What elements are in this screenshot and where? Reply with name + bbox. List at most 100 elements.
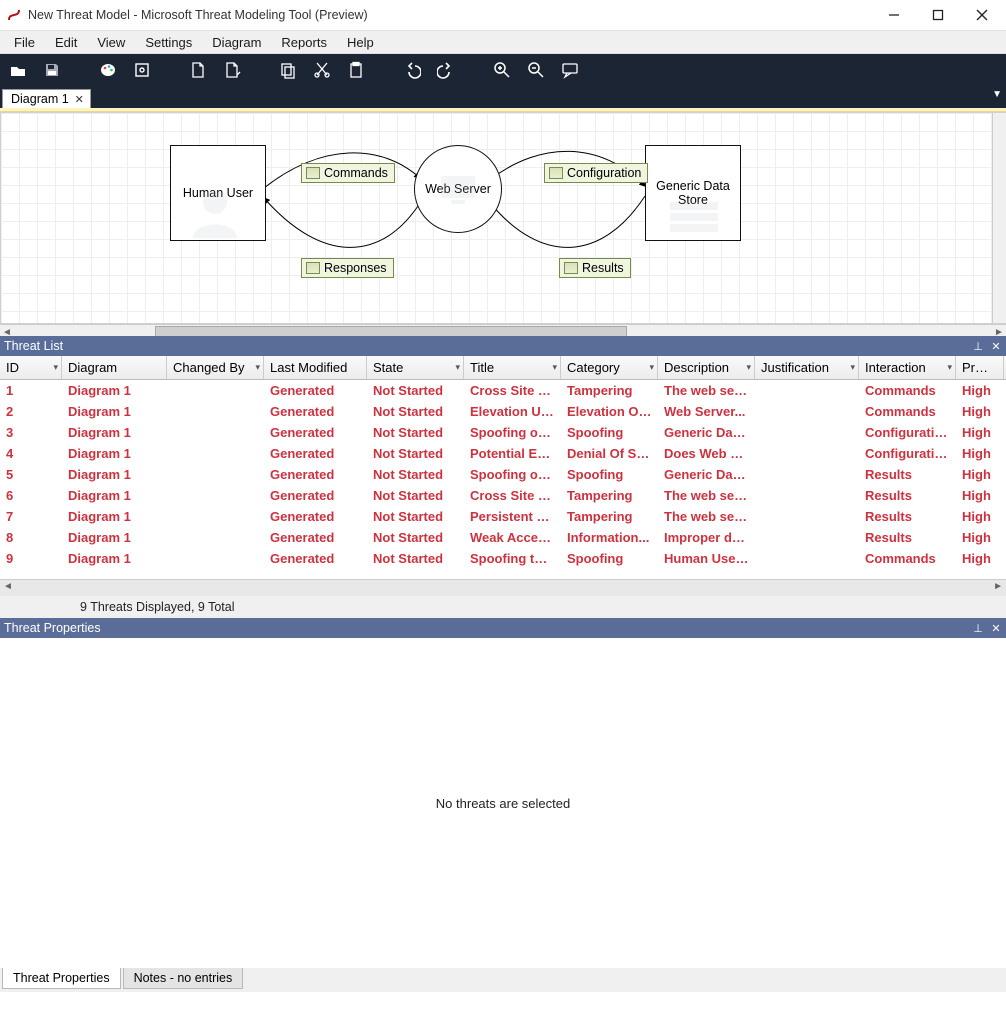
node-data-store[interactable]: Generic Data Store bbox=[645, 145, 741, 241]
redo-icon[interactable] bbox=[436, 60, 456, 80]
table-cell: Elevation Of... bbox=[561, 403, 658, 420]
flow-configuration[interactable]: Configuration bbox=[544, 163, 648, 183]
table-row[interactable]: 6Diagram 1GeneratedNot StartedCross Site… bbox=[0, 485, 1006, 506]
table-row[interactable]: 4Diagram 1GeneratedNot StartedPotential … bbox=[0, 443, 1006, 464]
menu-diagram[interactable]: Diagram bbox=[202, 33, 271, 52]
th-interaction[interactable]: Interaction▾ bbox=[859, 356, 956, 379]
flow-configuration-label: Configuration bbox=[567, 166, 641, 180]
menu-view[interactable]: View bbox=[87, 33, 135, 52]
minimize-button[interactable] bbox=[872, 1, 916, 29]
node-web-server[interactable]: Web Server bbox=[414, 145, 502, 233]
window-title: New Threat Model - Microsoft Threat Mode… bbox=[28, 8, 368, 22]
table-row[interactable]: 7Diagram 1GeneratedNot StartedPersistent… bbox=[0, 506, 1006, 527]
table-cell: Spoofing the... bbox=[464, 550, 561, 567]
close-icon[interactable]: ✕ bbox=[75, 93, 84, 106]
table-cell: Not Started bbox=[367, 487, 464, 504]
horizontal-scrollbar[interactable]: ◄ ► bbox=[0, 324, 1006, 336]
th-category[interactable]: Category▾ bbox=[561, 356, 658, 379]
zoom-out-icon[interactable] bbox=[526, 60, 546, 80]
table-cell: Generated bbox=[264, 403, 367, 420]
threat-list-hscroll[interactable]: ◄ ► bbox=[0, 579, 1006, 596]
table-cell: High bbox=[956, 382, 1004, 399]
table-cell: Generated bbox=[264, 445, 367, 462]
table-row[interactable]: 8Diagram 1GeneratedNot StartedWeak Acces… bbox=[0, 527, 1006, 548]
scroll-right-icon[interactable]: ► bbox=[992, 325, 1006, 336]
menu-file[interactable]: File bbox=[4, 33, 45, 52]
pin-icon[interactable]: ⊥ bbox=[970, 338, 986, 354]
cut-icon[interactable] bbox=[312, 60, 332, 80]
flow-results[interactable]: Results bbox=[559, 258, 631, 278]
th-lastmodified[interactable]: Last Modified bbox=[264, 356, 367, 379]
table-row[interactable]: 1Diagram 1GeneratedNot StartedCross Site… bbox=[0, 380, 1006, 401]
th-id[interactable]: ID▾ bbox=[0, 356, 62, 379]
close-icon[interactable]: ✕ bbox=[988, 620, 1004, 636]
open-icon[interactable] bbox=[8, 60, 28, 80]
close-button[interactable] bbox=[960, 1, 1004, 29]
table-cell: Generated bbox=[264, 382, 367, 399]
th-diagram[interactable]: Diagram bbox=[62, 356, 167, 379]
table-cell bbox=[755, 382, 859, 399]
table-cell: 5 bbox=[0, 466, 62, 483]
table-row[interactable]: 9Diagram 1GeneratedNot StartedSpoofing t… bbox=[0, 548, 1006, 569]
menu-bar: File Edit View Settings Diagram Reports … bbox=[0, 31, 1006, 54]
tab-threat-properties[interactable]: Threat Properties bbox=[2, 968, 121, 989]
maximize-button[interactable] bbox=[916, 1, 960, 29]
flow-responses[interactable]: Responses bbox=[301, 258, 394, 278]
threat-list-header: Threat List ⊥ ✕ bbox=[0, 336, 1006, 356]
pin-icon[interactable]: ⊥ bbox=[970, 620, 986, 636]
save-icon[interactable] bbox=[42, 60, 62, 80]
table-cell: Spoofing bbox=[561, 466, 658, 483]
table-cell: Generic Data... bbox=[658, 424, 755, 441]
scroll-left-icon[interactable]: ◄ bbox=[0, 325, 14, 336]
table-row[interactable]: 5Diagram 1GeneratedNot StartedSpoofing o… bbox=[0, 464, 1006, 485]
new-doc-icon[interactable] bbox=[188, 60, 208, 80]
menu-help[interactable]: Help bbox=[337, 33, 384, 52]
th-state[interactable]: State▾ bbox=[367, 356, 464, 379]
table-row[interactable]: 3Diagram 1GeneratedNot StartedSpoofing o… bbox=[0, 422, 1006, 443]
chevron-down-icon[interactable]: ▼ bbox=[992, 89, 1002, 100]
table-cell: High bbox=[956, 487, 1004, 504]
th-justification[interactable]: Justification▾ bbox=[755, 356, 859, 379]
node-human-user[interactable]: Human User bbox=[170, 145, 266, 241]
paste-icon[interactable] bbox=[346, 60, 366, 80]
th-changedby[interactable]: Changed By▾ bbox=[167, 356, 264, 379]
table-cell: 1 bbox=[0, 382, 62, 399]
table-cell: 7 bbox=[0, 508, 62, 525]
menu-settings[interactable]: Settings bbox=[135, 33, 202, 52]
palette-icon[interactable] bbox=[98, 60, 118, 80]
menu-edit[interactable]: Edit bbox=[45, 33, 87, 52]
diagram-tab[interactable]: Diagram 1 ✕ bbox=[2, 89, 91, 108]
zoom-in-icon[interactable] bbox=[492, 60, 512, 80]
table-cell: 2 bbox=[0, 403, 62, 420]
table-cell bbox=[755, 508, 859, 525]
scroll-right-icon[interactable]: ► bbox=[993, 581, 1003, 592]
undo-icon[interactable] bbox=[402, 60, 422, 80]
table-cell: High bbox=[956, 445, 1004, 462]
diagram-canvas-wrap: Human User Web Server Generic Data Store… bbox=[0, 112, 1006, 336]
table-cell bbox=[755, 403, 859, 420]
bottom-tab-strip: Threat Properties Notes - no entries bbox=[0, 968, 1006, 992]
table-cell: 6 bbox=[0, 487, 62, 504]
menu-reports[interactable]: Reports bbox=[271, 33, 337, 52]
new-doc2-icon[interactable] bbox=[222, 60, 242, 80]
scroll-thumb[interactable] bbox=[155, 326, 627, 336]
table-cell: Generated bbox=[264, 508, 367, 525]
close-icon[interactable]: ✕ bbox=[988, 338, 1004, 354]
diagram-canvas[interactable]: Human User Web Server Generic Data Store… bbox=[0, 112, 1006, 324]
flow-commands[interactable]: Commands bbox=[301, 163, 395, 183]
speech-icon[interactable] bbox=[560, 60, 580, 80]
scan-icon[interactable] bbox=[132, 60, 152, 80]
tab-notes[interactable]: Notes - no entries bbox=[123, 968, 244, 989]
scroll-left-icon[interactable]: ◄ bbox=[3, 581, 13, 592]
title-bar: New Threat Model - Microsoft Threat Mode… bbox=[0, 0, 1006, 31]
table-cell: Results bbox=[859, 466, 956, 483]
table-cell: Configuration bbox=[859, 445, 956, 462]
copy-icon[interactable] bbox=[278, 60, 298, 80]
th-title[interactable]: Title▾ bbox=[464, 356, 561, 379]
table-row[interactable]: 2Diagram 1GeneratedNot StartedElevation … bbox=[0, 401, 1006, 422]
th-priority[interactable]: Priority bbox=[956, 356, 1004, 379]
th-description[interactable]: Description▾ bbox=[658, 356, 755, 379]
toolbar bbox=[0, 54, 1006, 86]
table-cell: Spoofing bbox=[561, 550, 658, 567]
vertical-scrollbar[interactable] bbox=[992, 113, 1006, 323]
